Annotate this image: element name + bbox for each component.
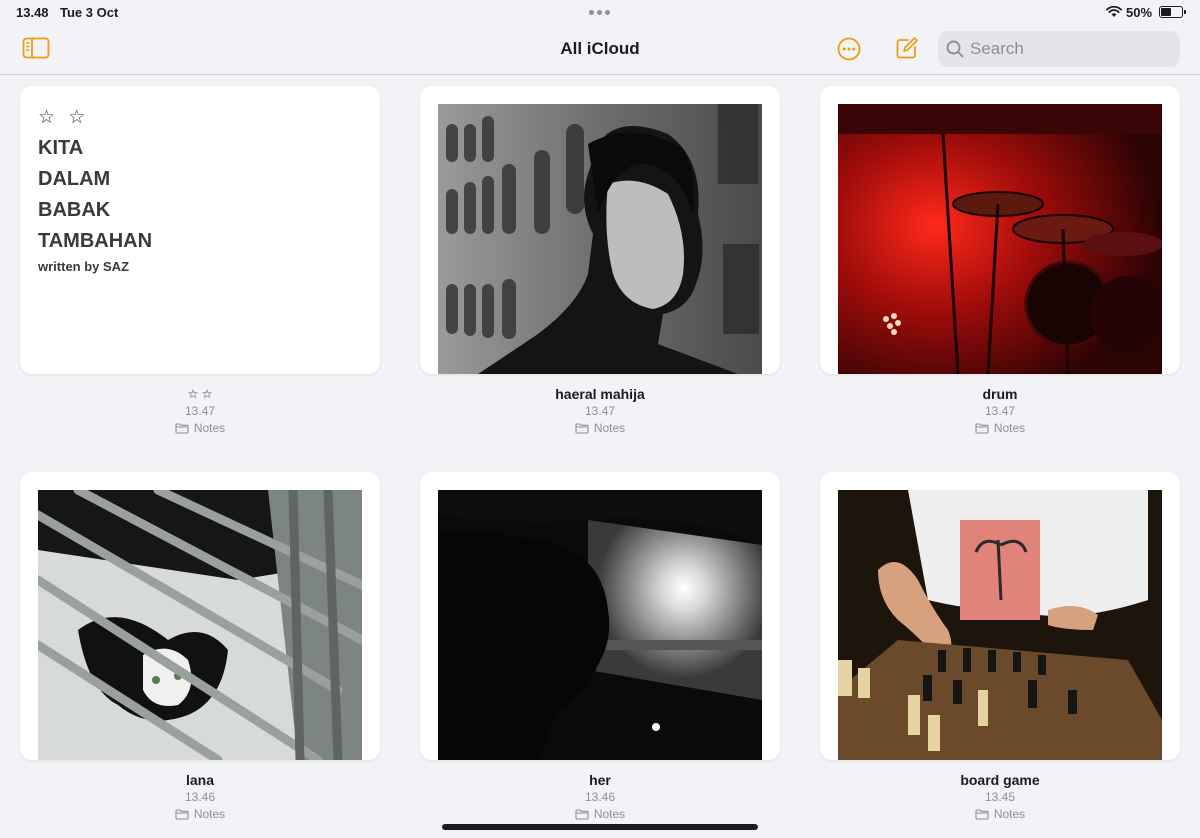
note-preview[interactable]: ☆ ☆ KITA DALAM BABAK TAMBAHAN written by… bbox=[20, 86, 380, 374]
folder-icon bbox=[175, 423, 189, 434]
preview-stars: ☆ ☆ bbox=[38, 107, 90, 128]
preview-line: KITA bbox=[38, 137, 84, 159]
status-time: 13.48 bbox=[16, 5, 49, 20]
note-title: board game bbox=[960, 772, 1040, 788]
battery-percentage: 50% bbox=[1126, 5, 1153, 20]
preview-byline: written by SAZ bbox=[38, 259, 130, 274]
note-meta: board game 13.45 Notes bbox=[820, 772, 1180, 822]
note-item[interactable]: drum 13.47 Notes bbox=[820, 86, 1180, 436]
preview-line: BABAK bbox=[38, 199, 111, 221]
note-item[interactable]: her 13.46 Notes bbox=[420, 472, 780, 822]
note-meta: her 13.46 Notes bbox=[420, 772, 780, 822]
multitasking-dots-icon[interactable] bbox=[589, 10, 610, 15]
search-icon bbox=[946, 40, 964, 58]
folder-name: Notes bbox=[193, 807, 226, 821]
note-preview[interactable] bbox=[820, 86, 1180, 374]
note-meta: drum 13.47 Notes bbox=[820, 386, 1180, 436]
note-meta: ☆ ☆ 13.47 Notes bbox=[20, 386, 380, 436]
note-title: ☆ ☆ bbox=[187, 387, 213, 401]
note-folder: Notes bbox=[820, 421, 1180, 436]
note-title: lana bbox=[185, 772, 214, 788]
note-item[interactable]: lana 13.46 Notes bbox=[20, 472, 380, 822]
note-title: drum bbox=[982, 386, 1018, 402]
status-bar: 13.48 Tue 3 Oct 50% bbox=[0, 0, 1200, 24]
note-item[interactable]: haeral mahija 13.47 Notes bbox=[420, 86, 780, 436]
note-folder: Notes bbox=[420, 421, 780, 436]
note-meta: lana 13.46 Notes bbox=[20, 772, 380, 822]
note-time: 13.47 bbox=[984, 404, 1016, 418]
note-time: 13.46 bbox=[184, 790, 216, 804]
photo-thumbnail bbox=[838, 104, 1162, 374]
folder-name: Notes bbox=[993, 421, 1026, 435]
folder-icon bbox=[975, 423, 989, 434]
note-title: her bbox=[589, 772, 611, 788]
photo-thumbnail bbox=[38, 490, 362, 760]
folder-name: Notes bbox=[993, 807, 1026, 821]
photo-thumbnail bbox=[438, 490, 762, 760]
note-preview[interactable] bbox=[820, 472, 1180, 760]
battery-icon bbox=[1159, 6, 1186, 18]
note-item[interactable]: ☆ ☆ KITA DALAM BABAK TAMBAHAN written by… bbox=[20, 86, 380, 436]
note-folder: Notes bbox=[20, 421, 380, 436]
folder-icon bbox=[575, 423, 589, 434]
note-preview[interactable] bbox=[420, 472, 780, 760]
note-folder: Notes bbox=[20, 807, 380, 822]
search-field[interactable] bbox=[938, 31, 1180, 67]
preview-line: DALAM bbox=[38, 168, 111, 190]
photo-thumbnail bbox=[438, 104, 762, 374]
note-time: 13.45 bbox=[984, 790, 1016, 804]
note-time: 13.47 bbox=[584, 404, 616, 418]
navigation-bar: All iCloud bbox=[0, 24, 1200, 75]
compose-icon[interactable] bbox=[895, 36, 919, 60]
note-folder: Notes bbox=[820, 807, 1180, 822]
folder-icon bbox=[175, 809, 189, 820]
notes-gallery: ☆ ☆ KITA DALAM BABAK TAMBAHAN written by… bbox=[0, 75, 1200, 838]
folder-name: Notes bbox=[593, 807, 626, 821]
note-meta: haeral mahija 13.47 Notes bbox=[420, 386, 780, 436]
more-options-icon[interactable] bbox=[837, 37, 861, 61]
note-title: haeral mahija bbox=[555, 386, 645, 402]
sidebar-toggle-icon[interactable] bbox=[22, 37, 50, 59]
folder-icon bbox=[575, 809, 589, 820]
search-input[interactable] bbox=[970, 39, 1160, 59]
folder-name: Notes bbox=[193, 421, 226, 435]
note-preview[interactable] bbox=[20, 472, 380, 760]
note-time: 13.46 bbox=[584, 790, 616, 804]
folder-icon bbox=[975, 809, 989, 820]
photo-thumbnail bbox=[838, 490, 1162, 760]
note-preview[interactable] bbox=[420, 86, 780, 374]
note-time: 13.47 bbox=[184, 404, 216, 418]
wifi-icon bbox=[1106, 5, 1122, 17]
preview-heading: KITA DALAM BABAK TAMBAHAN bbox=[38, 133, 362, 257]
home-indicator[interactable] bbox=[442, 824, 758, 830]
note-item[interactable]: board game 13.45 Notes bbox=[820, 472, 1180, 822]
status-date: Tue 3 Oct bbox=[60, 5, 119, 20]
preview-line: TAMBAHAN bbox=[38, 230, 153, 252]
folder-name: Notes bbox=[593, 421, 626, 435]
note-folder: Notes bbox=[420, 807, 780, 822]
